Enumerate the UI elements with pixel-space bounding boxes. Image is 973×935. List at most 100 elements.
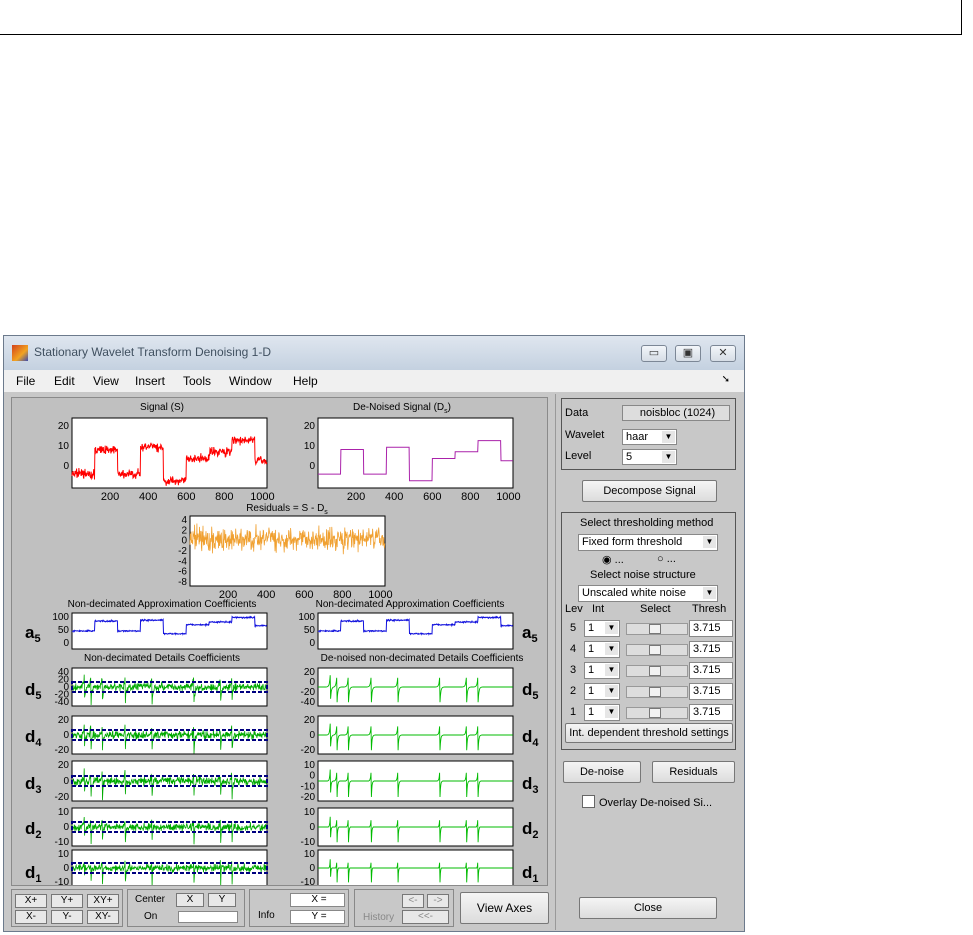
threshold-slider[interactable] [626,686,688,698]
detail-left-ytick: -20 [55,745,70,756]
menu-tools[interactable]: Tools [183,374,211,388]
residuals-ytick: -8 [178,577,187,588]
details-left-title: Non-decimated Details Coefficients [84,653,240,664]
level-value: 5 [626,451,633,463]
zoom-xy-minus-button[interactable]: XY- [87,910,119,924]
interval-select[interactable]: 1 ▼ [584,641,620,658]
wavelet-select[interactable]: haar ▼ [622,429,677,445]
minimize-button[interactable]: ▭ [641,345,667,362]
residuals-button[interactable]: Residuals [652,761,735,783]
menu-file[interactable]: File [16,374,35,388]
center-y-button[interactable]: Y [208,893,236,907]
interval-select[interactable]: 1 ▼ [584,620,620,637]
row-label-right: d3 [522,774,539,796]
row-label-right: d5 [522,680,539,702]
close-button[interactable]: Close [579,897,717,919]
row-label-left: a5 [25,623,41,645]
detail-right-ytick: 0 [309,863,315,874]
slider-thumb[interactable] [649,666,661,676]
detail-left-axes [71,667,268,707]
maximize-button[interactable]: ▣ [675,345,701,362]
radio-soft[interactable]: ◉ ... [602,553,624,566]
denoised-ytick: 0 [309,461,315,472]
interval-select[interactable]: 1 ▼ [584,662,620,679]
denoised-xtick: 600 [423,491,441,503]
menu-help[interactable]: Help [293,374,318,388]
slider-thumb[interactable] [649,624,661,634]
slider-thumb[interactable] [649,645,661,655]
page-rule [0,34,962,35]
dock-arrow-icon[interactable]: ➘ [722,374,730,385]
detail-right-ytick: -10 [301,781,316,792]
row-label-right: d2 [522,819,539,841]
menu-view[interactable]: View [93,374,119,388]
decompose-signal-button[interactable]: Decompose Signal [582,480,717,502]
detail-left-ytick: 0 [63,730,69,741]
control-panel: Data noisbloc (1024) Wavelet haar ▼ Level… [555,394,739,930]
row-label-left-sub: 2 [35,829,41,841]
overlay-checkbox[interactable]: Overlay De-noised Si... [582,795,712,809]
threshold-value-field[interactable]: 3.715 [689,620,733,637]
row-label-left-sub: 3 [35,784,41,796]
zoom-y-plus-button[interactable]: Y+ [51,894,83,908]
thresh-method-value: Fixed form threshold [582,536,683,548]
zoom-y-minus-button[interactable]: Y- [51,910,83,924]
row-label-right-sub: 2 [532,829,538,841]
threshold-value-field[interactable]: 3.715 [689,704,733,721]
threshold-slider[interactable] [626,644,688,656]
row-label-left: d2 [25,819,42,841]
denoised-xtick: 1000 [496,491,520,503]
level-select[interactable]: 5 ▼ [622,449,677,465]
history-label: History [363,912,395,923]
slider-thumb[interactable] [649,687,661,697]
info-group: Info X = Y = [249,889,349,927]
radio-soft-label: ... [614,554,624,566]
denoised-xtick: 800 [461,491,479,503]
threshold-slider[interactable] [626,665,688,677]
details-right-title: De-noised non-decimated Details Coeffici… [321,653,524,664]
page-rule-vertical [961,0,962,35]
row-label-right-sub: 4 [532,737,539,749]
int-dependent-threshold-button[interactable]: Int. dependent threshold settings [565,723,733,743]
menu-window[interactable]: Window [229,374,272,388]
threshold-value-field[interactable]: 3.715 [689,662,733,679]
interval-value: 1 [588,622,595,634]
noise-label: Select noise structure [590,569,696,581]
zoom-x-plus-button[interactable]: X+ [15,894,47,908]
chevron-down-icon: ▼ [605,664,618,676]
menu-insert[interactable]: Insert [135,374,165,388]
view-axes-button[interactable]: View Axes [460,892,549,924]
history-forward-button[interactable]: -> [427,894,449,908]
denoised-title-close: ) [448,402,451,413]
zoom-x-minus-button[interactable]: X- [15,910,47,924]
threshold-slider[interactable] [626,707,688,719]
thresh-method-select[interactable]: Fixed form threshold ▼ [578,534,718,551]
history-first-button[interactable]: <<- [402,910,449,924]
denoise-button[interactable]: De-noise [563,761,641,783]
detail-right-ytick: 0 [309,771,315,782]
detail-left-ytick: 20 [58,715,70,726]
thresh-method-label: Select thresholding method [580,517,714,529]
center-x-button[interactable]: X [176,893,204,907]
row-label-left-sub: 5 [34,633,40,645]
threshold-slider[interactable] [626,623,688,635]
title-bar: Stationary Wavelet Transform Denoising 1… [4,336,744,370]
signal-xtick: 800 [215,491,233,503]
detail-right-ytick: 0 [309,822,315,833]
zoom-xy-plus-button[interactable]: XY+ [87,894,119,908]
threshold-value-field[interactable]: 3.715 [689,641,733,658]
close-window-button[interactable]: ✕ [710,345,736,362]
radio-hard-label: ... [666,553,676,565]
residuals-axes [189,515,386,587]
threshold-value-field[interactable]: 3.715 [689,683,733,700]
menu-edit[interactable]: Edit [54,374,75,388]
history-back-button[interactable]: <- [402,894,424,908]
level-number: 3 [570,664,577,676]
plots-svg: Signal (S)20100200 400 600 800 1000De-Noised… [25,402,539,901]
wavelet-label: Wavelet [565,429,605,441]
noise-select[interactable]: Unscaled white noise ▼ [578,585,718,602]
interval-select[interactable]: 1 ▼ [584,683,620,700]
slider-thumb[interactable] [649,708,661,718]
radio-hard[interactable]: ○ ... [657,553,676,565]
interval-select[interactable]: 1 ▼ [584,704,620,721]
